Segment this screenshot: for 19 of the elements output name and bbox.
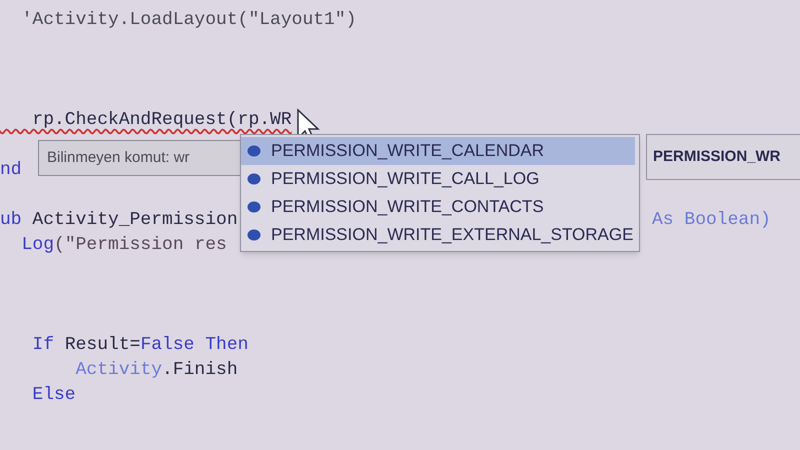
code-line: rp.CheckAndRequest(rp.WR xyxy=(31,110,292,130)
code-line: Log("Permission res xyxy=(20,235,227,255)
tooltip: Bilinmeyen komut: wr xyxy=(38,140,242,176)
code-line: nd xyxy=(0,160,22,180)
autocomplete-item[interactable]: PERMISSION_WRITE_CALL_LOG xyxy=(241,165,635,193)
autocomplete-item[interactable]: PERMISSION_WRITE_CALENDAR xyxy=(241,137,635,165)
code-line: Activity.Finish xyxy=(74,360,238,380)
description-panel: PERMISSION_WR xyxy=(646,134,800,180)
autocomplete-item[interactable]: PERMISSION_WRITE_EXTERNAL_STORAGE xyxy=(241,221,635,249)
code-line: Else xyxy=(31,385,76,405)
field-icon xyxy=(247,201,261,213)
code-line: 'Activity.LoadLayout("Layout1") xyxy=(20,10,356,30)
field-icon xyxy=(247,173,261,185)
code-line: ub Activity_Permission xyxy=(0,210,238,230)
field-icon xyxy=(247,145,261,157)
autocomplete-item[interactable]: PERMISSION_WRITE_CONTACTS xyxy=(241,193,635,221)
field-icon xyxy=(247,229,261,241)
code-line: As Boolean) xyxy=(652,209,771,232)
code-line: If Result=False Then xyxy=(31,335,248,355)
